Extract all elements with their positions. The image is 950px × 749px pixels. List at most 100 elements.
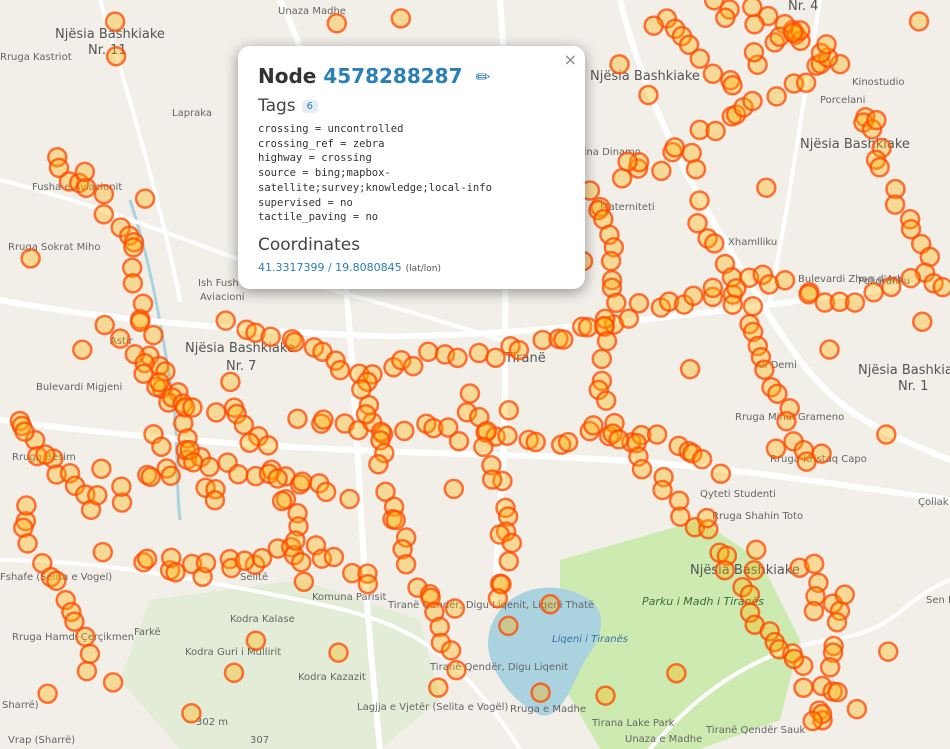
crossing-marker[interactable]	[715, 7, 736, 29]
crossing-marker[interactable]	[87, 485, 108, 506]
crossing-marker[interactable]	[722, 75, 743, 96]
crossing-marker[interactable]	[102, 672, 124, 693]
crossing-marker[interactable]	[357, 573, 379, 595]
crossing-marker[interactable]	[111, 476, 132, 497]
crossing-marker[interactable]	[291, 471, 313, 492]
crossing-marker[interactable]	[745, 539, 767, 561]
crossing-marker[interactable]	[743, 560, 765, 581]
crossing-marker[interactable]	[908, 11, 930, 32]
crossing-marker[interactable]	[553, 329, 574, 350]
crossing-marker[interactable]	[530, 682, 551, 703]
crossing-marker[interactable]	[643, 15, 664, 36]
crossing-marker[interactable]	[932, 276, 950, 298]
crossing-marker[interactable]	[816, 34, 837, 55]
crossing-marker[interactable]	[608, 429, 629, 450]
crossing-marker[interactable]	[651, 160, 672, 182]
crossing-marker[interactable]	[239, 432, 260, 453]
crossing-marker[interactable]	[447, 347, 468, 369]
pencil-icon[interactable]: ✏	[475, 67, 490, 88]
crossing-marker[interactable]	[136, 548, 158, 570]
crossing-marker[interactable]	[742, 90, 763, 112]
crossing-marker[interactable]	[390, 8, 412, 29]
crossing-marker[interactable]	[428, 677, 449, 698]
crossing-marker[interactable]	[329, 359, 351, 381]
crossing-marker[interactable]	[691, 449, 713, 470]
crossing-marker[interactable]	[104, 11, 126, 32]
crossing-marker[interactable]	[743, 41, 765, 63]
crossing-marker[interactable]	[827, 681, 848, 703]
crossing-marker[interactable]	[220, 371, 241, 393]
crossing-marker[interactable]	[339, 488, 360, 510]
crossing-marker[interactable]	[508, 339, 530, 361]
crossing-marker[interactable]	[228, 464, 249, 485]
crossing-marker[interactable]	[877, 641, 899, 662]
crossing-marker[interactable]	[754, 359, 775, 380]
crossing-marker[interactable]	[355, 403, 377, 425]
crossing-marker[interactable]	[900, 267, 922, 289]
crossing-marker[interactable]	[94, 314, 115, 336]
crossing-marker[interactable]	[181, 703, 202, 724]
crossing-marker[interactable]	[92, 541, 114, 563]
crossing-marker[interactable]	[844, 292, 866, 313]
crossing-marker[interactable]	[20, 248, 41, 269]
crossing-marker[interactable]	[803, 600, 825, 622]
crossing-marker[interactable]	[91, 458, 112, 480]
crossing-marker[interactable]	[497, 425, 518, 446]
crossing-marker[interactable]	[313, 409, 334, 430]
crossing-marker[interactable]	[811, 443, 832, 464]
crossing-marker[interactable]	[866, 109, 887, 131]
crossing-marker[interactable]	[223, 662, 245, 684]
crossing-marker[interactable]	[802, 710, 823, 732]
crossing-marker[interactable]	[287, 408, 308, 429]
crossing-marker[interactable]	[776, 411, 797, 432]
crossing-marker[interactable]	[765, 438, 787, 459]
crossing-marker[interactable]	[595, 685, 616, 706]
crossing-marker[interactable]	[93, 204, 115, 225]
crossing-marker[interactable]	[123, 237, 144, 258]
crossing-marker[interactable]	[756, 177, 777, 198]
crossing-marker[interactable]	[803, 553, 825, 575]
coordinates-link[interactable]: 41.3317399 / 19.8080845	[258, 261, 402, 274]
crossing-marker[interactable]	[819, 657, 841, 678]
crossing-marker[interactable]	[234, 550, 255, 572]
crossing-marker[interactable]	[826, 611, 848, 633]
crossing-marker[interactable]	[703, 0, 725, 11]
crossing-marker[interactable]	[617, 151, 638, 172]
crossing-marker[interactable]	[783, 648, 805, 670]
crossing-marker[interactable]	[793, 677, 814, 698]
crossing-marker[interactable]	[710, 463, 732, 484]
crossing-marker[interactable]	[742, 296, 764, 317]
crossing-marker[interactable]	[863, 282, 884, 303]
crossing-marker[interactable]	[912, 311, 933, 333]
crossing-marker[interactable]	[105, 45, 127, 67]
crossing-marker[interactable]	[473, 436, 494, 458]
crossing-marker[interactable]	[182, 397, 203, 418]
crossing-marker[interactable]	[395, 554, 417, 575]
crossing-marker[interactable]	[285, 530, 306, 551]
crossing-marker[interactable]	[72, 339, 93, 361]
crossing-marker[interactable]	[444, 598, 466, 619]
crossing-marker[interactable]	[291, 552, 312, 573]
crossing-marker[interactable]	[591, 348, 613, 370]
crossing-marker[interactable]	[443, 478, 465, 500]
crossing-marker[interactable]	[323, 546, 345, 568]
crossing-marker[interactable]	[183, 452, 204, 473]
crossing-marker[interactable]	[774, 270, 796, 291]
crossing-marker[interactable]	[481, 469, 503, 490]
crossing-marker[interactable]	[122, 273, 144, 294]
crossing-marker[interactable]	[795, 72, 817, 93]
crossing-marker[interactable]	[215, 310, 236, 331]
crossing-marker[interactable]	[74, 161, 96, 183]
crossing-marker[interactable]	[16, 495, 37, 516]
crossing-marker[interactable]	[498, 551, 520, 572]
crossing-marker[interactable]	[487, 588, 509, 609]
crossing-marker[interactable]	[79, 643, 101, 665]
crossing-marker[interactable]	[583, 415, 604, 436]
crossing-marker[interactable]	[394, 420, 415, 442]
crossing-marker[interactable]	[149, 371, 170, 393]
crossing-marker[interactable]	[195, 552, 217, 574]
crossing-marker[interactable]	[151, 436, 172, 457]
crossing-marker[interactable]	[76, 660, 98, 682]
crossing-marker[interactable]	[46, 570, 67, 592]
crossing-marker[interactable]	[14, 421, 35, 442]
